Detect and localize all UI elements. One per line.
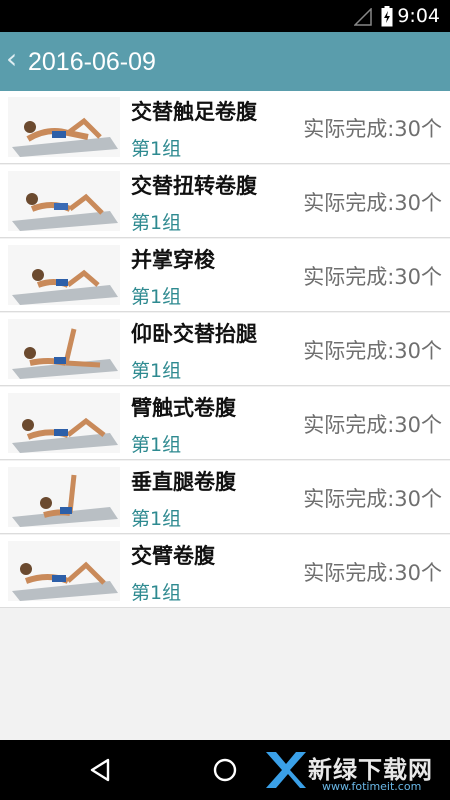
exercise-row[interactable]: 垂直腿卷腹第1组 实际完成:30个 (0, 461, 450, 534)
exercise-group: 第1组 (131, 212, 182, 234)
watermark-logo-icon (266, 752, 306, 788)
home-nav-icon[interactable] (209, 754, 241, 786)
navigation-bar: 新绿下载网 www.fotimeit.com (0, 740, 450, 800)
watermark-url: www.fotimeit.com (322, 780, 422, 793)
exercise-row[interactable]: 仰卧交替抬腿 第1组 实际完成:30个 (0, 313, 450, 386)
watermark: 新绿下载网 www.fotimeit.com (262, 746, 442, 796)
exercise-row[interactable]: 并掌穿梭第1组 实际完成:30个 (0, 239, 450, 312)
signal-icon (354, 8, 372, 26)
exercise-group: 第1组 (131, 582, 182, 604)
exercise-completed: 实际完成:30个 (303, 191, 442, 215)
exercise-thumbnail (8, 245, 120, 305)
exercise-completed: 实际完成:30个 (303, 117, 442, 141)
exercise-group: 第1组 (131, 360, 182, 382)
exercise-completed: 实际完成:30个 (303, 339, 442, 363)
clock: 9:04 (397, 5, 440, 27)
status-bar: 9:04 (0, 0, 450, 32)
exercise-thumbnail (8, 97, 120, 157)
exercise-row[interactable]: 臂触式卷腹第1组 实际完成:30个 (0, 387, 450, 460)
exercise-completed: 实际完成:30个 (303, 413, 442, 437)
exercise-list: 交替触足卷腹 第1组 实际完成:30个 交替扭转卷腹 第1组 实际完成:30个 并掌穿梭 第1… (0, 91, 450, 609)
exercise-name: 交替触足卷腹 (131, 100, 257, 124)
exercise-group: 第1组 (131, 138, 182, 160)
exercise-thumbnail (8, 319, 120, 379)
page-title: 2016-06-09 (28, 48, 156, 76)
exercise-name: 仰卧交替抬腿 (131, 322, 257, 346)
exercise-completed: 实际完成:30个 (303, 561, 442, 585)
exercise-completed: 实际完成:30个 (303, 487, 442, 511)
exercise-row[interactable]: 交臂卷腹第1组 实际完成:30个 (0, 535, 450, 608)
exercise-name: 臂触式卷腹 (131, 396, 236, 420)
back-icon[interactable]: ‹ (6, 44, 17, 74)
back-nav-icon[interactable] (84, 754, 116, 786)
battery-charging-icon (381, 6, 393, 27)
exercise-name: 并掌穿梭 (131, 248, 215, 272)
exercise-completed: 实际完成:30个 (303, 265, 442, 289)
exercise-name: 交替扭转卷腹 (131, 174, 257, 198)
exercise-group: 第1组 (131, 508, 182, 530)
exercise-group: 第1组 (131, 434, 182, 456)
exercise-row[interactable]: 交替触足卷腹 第1组 实际完成:30个 (0, 91, 450, 164)
exercise-name: 交臂卷腹 (131, 544, 215, 568)
exercise-group: 第1组 (131, 286, 182, 308)
exercise-thumbnail (8, 171, 120, 231)
exercise-thumbnail (8, 393, 120, 453)
exercise-row[interactable]: 交替扭转卷腹 第1组 实际完成:30个 (0, 165, 450, 238)
exercise-name: 垂直腿卷腹 (131, 470, 236, 494)
exercise-thumbnail (8, 467, 120, 527)
app-bar: ‹ 2016-06-09 (0, 32, 450, 91)
exercise-thumbnail (8, 541, 120, 601)
